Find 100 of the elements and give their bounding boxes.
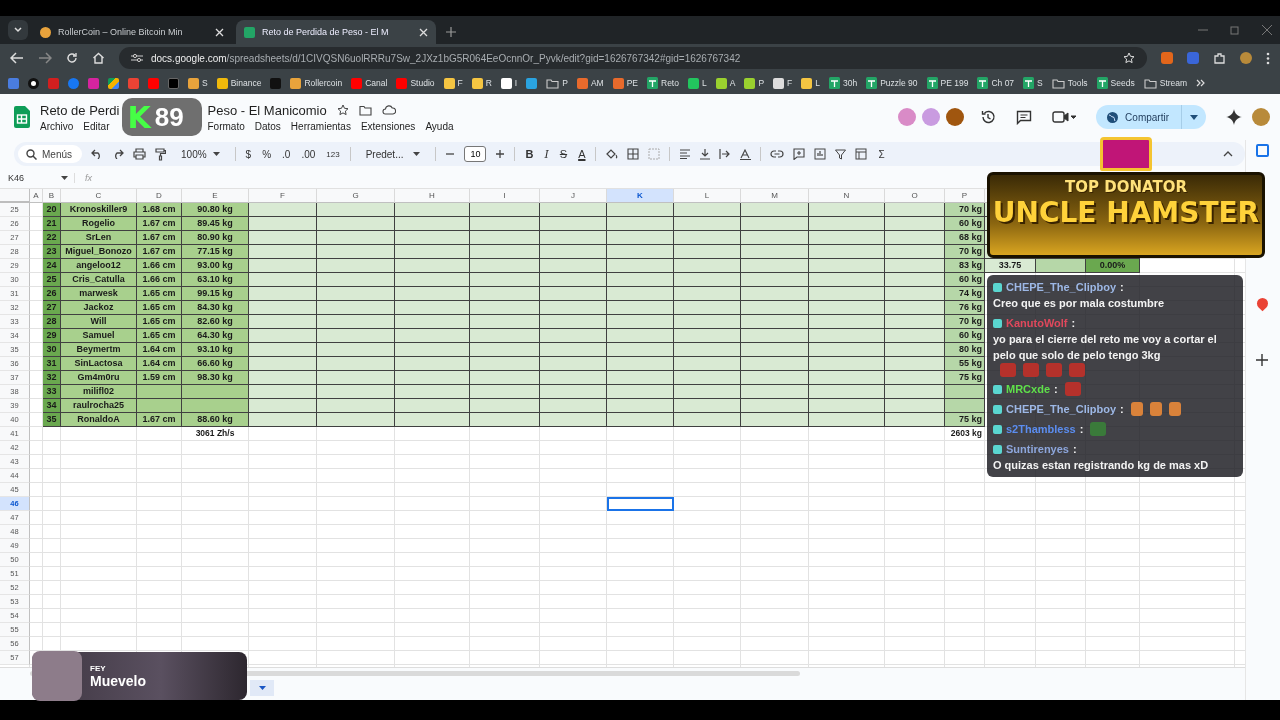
- bookmark[interactable]: P: [546, 77, 568, 89]
- back-icon[interactable]: [10, 52, 24, 64]
- plus-icon[interactable]: [1256, 354, 1268, 366]
- add-comment-icon[interactable]: [793, 148, 806, 160]
- sheet-tab[interactable]: [250, 680, 274, 696]
- star-icon[interactable]: [336, 104, 349, 116]
- text-rotation-icon[interactable]: [740, 148, 752, 160]
- column-header[interactable]: G: [317, 189, 395, 203]
- column-header[interactable]: A: [30, 189, 43, 203]
- video-call-icon[interactable]: [1052, 111, 1077, 123]
- history-icon[interactable]: [980, 109, 997, 125]
- document-title[interactable]: Reto de Perdi: [40, 102, 120, 118]
- bookmark[interactable]: Studio: [396, 77, 435, 89]
- zoom-dropdown[interactable]: 100%: [175, 147, 226, 161]
- text-style-button[interactable]: A: [577, 148, 587, 160]
- column-header[interactable]: P: [945, 189, 985, 203]
- sheets-logo-icon[interactable]: [14, 106, 30, 128]
- browser-tab[interactable]: RollerCoin – Online Bitcoin Min: [32, 20, 232, 44]
- text-wrap-icon[interactable]: [719, 149, 732, 159]
- bookmark[interactable]: Reto: [647, 77, 679, 89]
- comment-icon[interactable]: [1016, 109, 1033, 125]
- mail-icon[interactable]: [8, 77, 19, 89]
- percent-button[interactable]: %: [261, 148, 273, 160]
- play-icon[interactable]: [148, 77, 159, 89]
- document-title[interactable]: Peso - El Manicomio: [207, 102, 327, 118]
- paint-bucket-icon[interactable]: [605, 148, 619, 160]
- name-box[interactable]: K46: [0, 173, 75, 183]
- menu-item[interactable]: Extensiones: [360, 120, 416, 132]
- filter-icon[interactable]: [835, 148, 847, 160]
- column-header[interactable]: C: [61, 189, 137, 203]
- text-style-button[interactable]: S: [558, 148, 569, 160]
- bookmark[interactable]: Tools: [1051, 77, 1088, 89]
- forward-icon[interactable]: [38, 52, 52, 64]
- bookmark[interactable]: Canal: [351, 77, 388, 89]
- redo-icon[interactable]: [112, 149, 124, 159]
- bookmark[interactable]: S: [188, 77, 208, 89]
- x-logo-icon[interactable]: [168, 77, 179, 89]
- bookmark[interactable]: Ch 07: [977, 77, 1015, 89]
- column-header[interactable]: B: [43, 189, 61, 203]
- column-header[interactable]: H: [395, 189, 470, 203]
- bookmark[interactable]: L: [801, 77, 820, 89]
- collapse-icon[interactable]: [1223, 151, 1233, 157]
- plus-icon[interactable]: [495, 149, 506, 159]
- bookmark[interactable]: R: [471, 77, 492, 89]
- font-size-field[interactable]: 10: [464, 146, 487, 162]
- bookmark[interactable]: PE: [612, 77, 638, 89]
- column-header[interactable]: O: [885, 189, 945, 203]
- bookmark[interactable]: Binance: [216, 77, 262, 89]
- bookmark[interactable]: P: [744, 77, 765, 89]
- bookmark[interactable]: Rollercoin: [290, 77, 343, 89]
- column-header[interactable]: F: [249, 189, 317, 203]
- more-icon[interactable]: [1266, 51, 1270, 65]
- puzzle-icon[interactable]: [1213, 51, 1226, 65]
- menu-item[interactable]: Datos: [254, 120, 281, 132]
- chart-icon[interactable]: [814, 148, 827, 160]
- bookmark[interactable]: S: [1023, 77, 1043, 89]
- functions-button[interactable]: Σ: [877, 148, 886, 160]
- reload-icon[interactable]: [66, 52, 78, 64]
- mail-icon[interactable]: [128, 77, 139, 89]
- align-icon[interactable]: [679, 149, 692, 159]
- vertical-align-icon[interactable]: [700, 148, 711, 160]
- column-header[interactable]: M: [741, 189, 809, 203]
- menu-item[interactable]: Editar: [83, 120, 110, 132]
- bookmark[interactable]: Seeds: [1096, 77, 1135, 89]
- bookmark[interactable]: Puzzle 90: [866, 77, 918, 89]
- bookmark[interactable]: 30h: [829, 77, 858, 89]
- increase-decimals-button[interactable]: .00: [300, 148, 317, 160]
- chevron-double-icon[interactable]: [1196, 78, 1207, 88]
- decrease-decimals-button[interactable]: .0: [281, 148, 292, 160]
- column-header[interactable]: L: [674, 189, 741, 203]
- facebook-icon[interactable]: [68, 77, 79, 89]
- currency-button[interactable]: $: [244, 148, 253, 160]
- fox-icon[interactable]: [1161, 52, 1173, 64]
- column-header[interactable]: J: [540, 189, 607, 203]
- drive-icon[interactable]: [108, 77, 119, 89]
- menu-item[interactable]: Ayuda: [425, 120, 454, 132]
- circle-icon[interactable]: [28, 77, 39, 89]
- text-style-button[interactable]: I: [543, 147, 550, 161]
- text-style-button[interactable]: B: [524, 148, 535, 160]
- menu-item[interactable]: Formato: [207, 120, 245, 132]
- new-tab-icon[interactable]: [446, 27, 456, 37]
- bookmark[interactable]: PE 199: [926, 77, 969, 89]
- user-avatar[interactable]: [1252, 108, 1270, 126]
- column-header[interactable]: E: [182, 189, 249, 203]
- menu-item[interactable]: Herramientas: [290, 120, 351, 132]
- bookmark[interactable]: L: [687, 77, 707, 89]
- restore-icon[interactable]: [1230, 25, 1240, 35]
- font-dropdown[interactable]: Predet...: [359, 147, 427, 161]
- menu-item[interactable]: Archivo: [40, 120, 74, 132]
- collaborator-avatar[interactable]: [946, 108, 965, 126]
- borders-icon[interactable]: [627, 148, 640, 160]
- menu-search-field[interactable]: Menús: [18, 145, 82, 163]
- paint-format-icon[interactable]: [155, 147, 166, 161]
- calendar-icon[interactable]: [1256, 144, 1269, 157]
- print-icon[interactable]: [133, 148, 146, 160]
- bookmark[interactable]: I: [500, 77, 518, 89]
- column-header[interactable]: K: [607, 189, 674, 203]
- table-icon[interactable]: [855, 148, 869, 160]
- bookmark[interactable]: AM: [576, 77, 604, 89]
- address-bar[interactable]: docs.google.com/spreadsheets/d/1CIVQSN6uolRRRu7Sw_2JXz1bG5R064EeOcnnOr_Pyvk/edit?gid=1626767342#gid=1626767342: [119, 47, 1147, 69]
